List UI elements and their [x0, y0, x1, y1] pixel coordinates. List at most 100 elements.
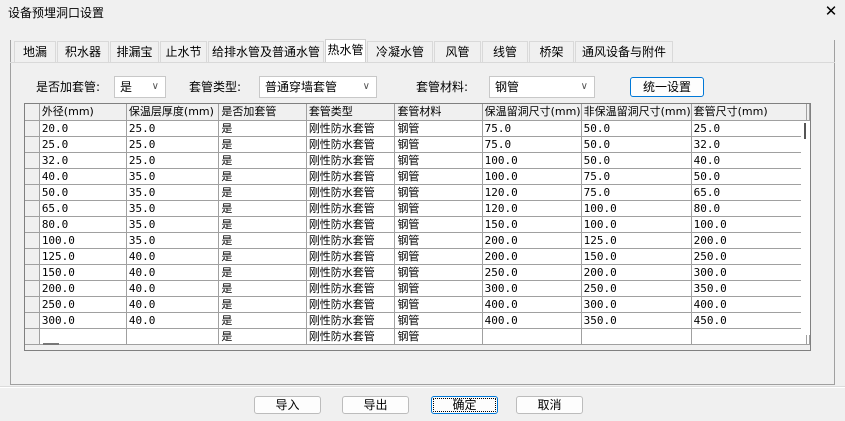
table-cell[interactable]: 150.0: [581, 248, 692, 265]
tab-7[interactable]: 风管: [434, 41, 481, 62]
table-cell[interactable]: 是: [218, 248, 307, 265]
table-cell[interactable]: 钢管: [394, 296, 483, 313]
row-header[interactable]: [25, 200, 40, 217]
table-cell[interactable]: 35.0: [126, 232, 220, 249]
table-cell[interactable]: 80.0: [691, 200, 808, 217]
table-row[interactable]: 80.0 35.0 是刚性防水套管 钢管 150.0 100.0 100.0: [25, 216, 810, 233]
table-cell[interactable]: 刚性防水套管: [306, 328, 396, 345]
row-header[interactable]: [25, 184, 40, 201]
table-cell[interactable]: 是: [218, 232, 307, 249]
table-row[interactable]: 32.0 25.0 是刚性防水套管 钢管 100.0 50.0 40.0: [25, 152, 810, 169]
column-header[interactable]: 套管尺寸(mm): [691, 104, 808, 121]
table-cell[interactable]: 100.0: [482, 152, 582, 169]
table-cell[interactable]: 刚性防水套管: [306, 296, 396, 313]
table-cell[interactable]: 400.0: [482, 312, 582, 329]
table-cell[interactable]: 200.0: [581, 264, 692, 281]
row-header[interactable]: [25, 264, 40, 281]
table-cell[interactable]: 400.0: [482, 296, 582, 313]
table-cell[interactable]: 钢管: [394, 136, 483, 153]
table-cell[interactable]: 25.0: [691, 120, 808, 137]
table-cell[interactable]: 75.0: [581, 184, 692, 201]
table-cell[interactable]: 250.0: [482, 264, 582, 281]
export-button[interactable]: 导出: [342, 396, 409, 414]
table-cell[interactable]: 刚性防水套管: [306, 152, 396, 169]
table-cell[interactable]: 65.0: [39, 200, 127, 217]
add-sleeve-select[interactable]: 是 ∨: [114, 76, 166, 98]
table-cell[interactable]: 150.0: [482, 216, 582, 233]
column-header[interactable]: 套管材料: [394, 104, 483, 121]
table-row[interactable]: 300.0 40.0 是刚性防水套管 钢管 400.0 350.0 450.0: [25, 312, 810, 329]
row-header[interactable]: [25, 248, 40, 265]
tab-5[interactable]: 热水管: [325, 39, 366, 63]
table-cell[interactable]: 钢管: [394, 264, 483, 281]
column-header[interactable]: 保温留洞尺寸(mm): [482, 104, 582, 121]
table-cell[interactable]: 200.0: [39, 280, 127, 297]
table-cell[interactable]: 钢管: [394, 248, 483, 265]
table-row[interactable]: 40.0 35.0 是刚性防水套管 钢管 100.0 75.0 50.0: [25, 168, 810, 185]
table-row[interactable]: 20.0 25.0 是刚性防水套管 钢管 75.0 50.0 25.0: [25, 120, 810, 137]
table-cell[interactable]: 350.0: [581, 312, 692, 329]
table-cell[interactable]: 20.0: [39, 120, 127, 137]
table-cell[interactable]: 刚性防水套管: [306, 136, 396, 153]
table-cell[interactable]: 450.0: [691, 312, 808, 329]
table-cell[interactable]: 刚性防水套管: [306, 168, 396, 185]
table-row[interactable]: 150.0 40.0 是刚性防水套管 钢管 250.0 200.0 300.0: [25, 264, 810, 281]
table-cell[interactable]: 300.0: [39, 312, 127, 329]
table-cell[interactable]: 钢管: [394, 312, 483, 329]
table-cell[interactable]: 40.0: [126, 248, 220, 265]
table-cell[interactable]: 32.0: [39, 152, 127, 169]
table-cell[interactable]: 75.0: [482, 120, 582, 137]
column-header[interactable]: 套管类型: [306, 104, 396, 121]
row-header[interactable]: [25, 296, 40, 313]
table-cell[interactable]: 刚性防水套管: [306, 216, 396, 233]
table-cell[interactable]: 120.0: [482, 184, 582, 201]
table-cell[interactable]: 40.0: [126, 280, 220, 297]
column-header[interactable]: 是否加套管: [218, 104, 307, 121]
tab-6[interactable]: 冷凝水管: [367, 41, 433, 62]
table-cell[interactable]: 120.0: [482, 200, 582, 217]
row-header[interactable]: [25, 152, 40, 169]
table-cell[interactable]: 200.0: [482, 248, 582, 265]
row-header[interactable]: [25, 232, 40, 249]
table-cell[interactable]: 钢管: [394, 120, 483, 137]
table-cell[interactable]: 是: [218, 312, 307, 329]
table-cell[interactable]: 刚性防水套管: [306, 312, 396, 329]
table-cell[interactable]: 刚性防水套管: [306, 232, 396, 249]
table-cell[interactable]: 100.0: [581, 216, 692, 233]
column-header[interactable]: 外径(mm): [39, 104, 127, 121]
table-cell[interactable]: 200.0: [691, 232, 808, 249]
tab-10[interactable]: 通风设备与附件: [575, 41, 673, 62]
table-cell[interactable]: 钢管: [394, 152, 483, 169]
table-cell[interactable]: 80.0: [39, 216, 127, 233]
table-cell[interactable]: 75.0: [482, 136, 582, 153]
table-cell[interactable]: 300.0: [581, 296, 692, 313]
table-cell[interactable]: 250.0: [691, 248, 808, 265]
column-header[interactable]: 非保温留洞尺寸(mm): [581, 104, 692, 121]
table-cell[interactable]: 35.0: [126, 184, 220, 201]
table-row[interactable]: 50.0 35.0 是刚性防水套管 钢管 120.0 75.0 65.0: [25, 184, 810, 201]
row-header[interactable]: [25, 328, 40, 345]
table-cell[interactable]: 75.0: [581, 168, 692, 185]
table-row[interactable]: 200.0 40.0 是刚性防水套管 钢管 300.0 250.0 350.0: [25, 280, 810, 297]
table-cell[interactable]: 钢管: [394, 200, 483, 217]
row-header[interactable]: [25, 280, 40, 297]
table-cell[interactable]: 是: [218, 120, 307, 137]
row-header[interactable]: [25, 168, 40, 185]
table-cell[interactable]: [39, 328, 127, 345]
table-cell[interactable]: 是: [218, 280, 307, 297]
table-cell[interactable]: 200.0: [482, 232, 582, 249]
row-header[interactable]: [25, 136, 40, 153]
table-cell[interactable]: 40.0: [126, 264, 220, 281]
table-cell[interactable]: 65.0: [691, 184, 808, 201]
table-cell[interactable]: 25.0: [39, 136, 127, 153]
table-cell[interactable]: 25.0: [126, 136, 220, 153]
table-cell[interactable]: 300.0: [482, 280, 582, 297]
table-cell[interactable]: 是: [218, 296, 307, 313]
table-cell[interactable]: [126, 328, 220, 345]
table-cell[interactable]: 是: [218, 184, 307, 201]
column-header[interactable]: 保温层厚度(mm): [126, 104, 220, 121]
tab-2[interactable]: 排漏宝: [110, 41, 159, 62]
table-cell[interactable]: 35.0: [126, 216, 220, 233]
table-row[interactable]: 65.0 35.0 是刚性防水套管 钢管 120.0 100.0 80.0: [25, 200, 810, 217]
table-row[interactable]: 25.0 25.0 是刚性防水套管 钢管 75.0 50.0 32.0: [25, 136, 810, 153]
